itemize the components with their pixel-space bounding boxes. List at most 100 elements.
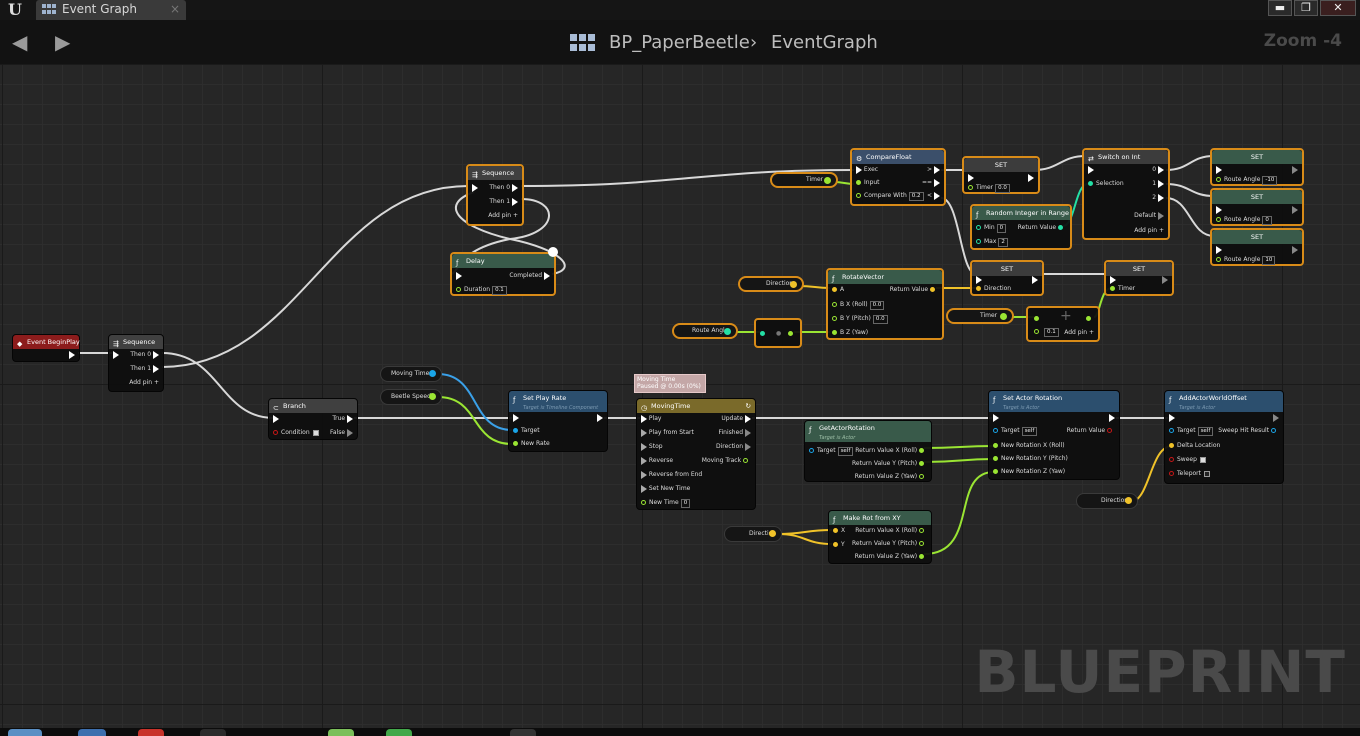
timer-field[interactable]: 0.0	[995, 184, 1010, 193]
exec-out-pin[interactable]	[934, 165, 940, 174]
float-pin[interactable]	[456, 287, 461, 292]
float-pin[interactable]	[919, 448, 924, 453]
direction-out-pin[interactable]	[745, 442, 751, 451]
exec-out-pin[interactable]	[745, 428, 751, 437]
sweep-checkbox[interactable]	[1199, 456, 1206, 463]
exec-in-pin[interactable]	[1110, 275, 1116, 284]
maximize-button[interactable]: ❐	[1294, 0, 1318, 16]
exec-out-pin[interactable]	[347, 414, 353, 423]
taskbar-app-icon[interactable]	[138, 729, 164, 736]
int-pin[interactable]	[1058, 225, 1063, 230]
timer-variable[interactable]: Timer	[770, 172, 838, 188]
float-pin[interactable]	[993, 456, 998, 461]
route-angle-field[interactable]: -10	[1262, 176, 1278, 185]
object-pin[interactable]	[809, 448, 814, 453]
object-pin[interactable]	[1169, 428, 1174, 433]
get-actor-rotation-node[interactable]: ƒ GetActorRotation Target is Actor Target…	[804, 420, 932, 482]
graph-canvas[interactable]: ◆ Event BeginPlay ⇶ Sequence Then 0 Then 1…	[0, 64, 1360, 728]
exec-out-pin[interactable]	[934, 191, 940, 200]
set-actor-rotation-node[interactable]: ƒ Set Actor Rotation Target is Actor Retu…	[988, 390, 1120, 480]
exec-out-pin[interactable]	[1109, 413, 1115, 422]
float-pin[interactable]	[1216, 257, 1221, 262]
float-pin[interactable]	[788, 331, 793, 336]
direction-variable[interactable]: Direction	[1076, 493, 1138, 509]
exec-in-pin[interactable]	[641, 484, 647, 493]
back-arrow-icon[interactable]: ◀	[12, 32, 32, 52]
timer-variable[interactable]: Timer	[946, 308, 1014, 324]
breadcrumb-blueprint[interactable]: BP_PaperBeetle	[609, 32, 750, 53]
float-pin[interactable]	[513, 441, 518, 446]
float-pin[interactable]	[1216, 217, 1221, 222]
float-pin[interactable]	[919, 461, 924, 466]
float-pin[interactable]	[724, 328, 731, 335]
exec-out-pin[interactable]	[1032, 275, 1038, 284]
struct-pin[interactable]	[1271, 428, 1276, 433]
float-pin[interactable]	[641, 500, 646, 505]
exec-out-pin[interactable]	[1158, 179, 1164, 188]
float-pin[interactable]	[1086, 316, 1091, 321]
exec-out-pin[interactable]	[597, 413, 603, 422]
compare-float-node[interactable]: ⚙ CompareFloat Exec Input Compare With 0.2…	[850, 148, 946, 206]
float-pin[interactable]	[832, 302, 837, 307]
int-pin[interactable]	[1088, 181, 1093, 186]
exec-out-pin[interactable]	[153, 350, 159, 359]
float-pin[interactable]	[1034, 316, 1039, 321]
vector-pin[interactable]	[833, 528, 838, 533]
exec-out-pin[interactable]	[512, 183, 518, 192]
exec-out-pin[interactable]	[153, 364, 159, 373]
tab-close-icon[interactable]: ×	[170, 2, 180, 16]
exec-out-pin[interactable]	[934, 178, 940, 187]
float-pin[interactable]	[993, 443, 998, 448]
bool-pin[interactable]	[1169, 457, 1174, 462]
exec-out-pin[interactable]	[1292, 205, 1298, 214]
float-pin[interactable]	[856, 180, 861, 185]
add-pin-label[interactable]: Add pin	[488, 212, 511, 219]
add-actor-world-offset-node[interactable]: ƒ AddActorWorldOffset Target is Actor Tar…	[1164, 390, 1284, 484]
rotate-vector-node[interactable]: ƒ RotateVector A B X (Roll) 0.0 B Y (Pitch…	[826, 268, 944, 340]
float-pin[interactable]	[919, 541, 924, 546]
taskbar-app-icon[interactable]	[510, 729, 536, 736]
exec-out-pin[interactable]	[512, 197, 518, 206]
event-begin-play-node[interactable]: ◆ Event BeginPlay	[12, 334, 80, 362]
switch-on-int-node[interactable]: ⇄ Switch on Int Selection 0 1 2 Default A…	[1082, 148, 1170, 240]
exec-out-pin[interactable]	[1273, 413, 1279, 422]
direction-variable[interactable]: Direction	[724, 526, 782, 542]
exec-in-pin[interactable]	[472, 183, 478, 192]
start-button-icon[interactable]	[8, 729, 42, 736]
float-pin[interactable]	[743, 458, 748, 463]
exec-out-pin[interactable]	[745, 414, 751, 423]
forward-arrow-icon[interactable]: ▶	[55, 32, 75, 52]
float-pin[interactable]	[993, 469, 998, 474]
float-pin[interactable]	[919, 474, 924, 479]
make-rot-from-xy-node[interactable]: ƒ Make Rot from XY X Y Return Value X (Ro…	[828, 510, 932, 564]
object-pin[interactable]	[993, 428, 998, 433]
exec-in-pin[interactable]	[113, 350, 119, 359]
float-pin[interactable]	[919, 554, 924, 559]
set-timer-node[interactable]: SET Timer 0.0	[962, 156, 1040, 194]
exec-in-pin[interactable]	[1216, 245, 1222, 254]
set-play-rate-node[interactable]: ƒ Set Play Rate Target is Timeline Compon…	[508, 390, 608, 452]
duration-field[interactable]: 0.1	[492, 286, 507, 295]
vector-pin[interactable]	[769, 530, 776, 537]
add-float-node[interactable]: 0.1 + Add pin +	[1026, 306, 1100, 342]
bool-pin[interactable]	[273, 430, 278, 435]
bool-pin[interactable]	[1107, 428, 1112, 433]
set-timer-node[interactable]: SET Timer	[1104, 260, 1174, 296]
exec-in-pin[interactable]	[641, 414, 647, 423]
new-time-field[interactable]: 0	[680, 499, 691, 508]
add-pin-label[interactable]: Add pin	[1134, 227, 1157, 234]
vector-pin[interactable]	[1169, 443, 1174, 448]
taskbar-app-icon[interactable]	[200, 729, 226, 736]
float-pin[interactable]	[919, 528, 924, 533]
exec-in-pin[interactable]	[856, 165, 862, 174]
pitch-field[interactable]: 0.0	[872, 315, 888, 324]
route-angle-field[interactable]: 10	[1262, 256, 1276, 265]
breadcrumb-graph[interactable]: EventGraph	[771, 32, 878, 53]
taskbar-app-icon[interactable]	[386, 729, 412, 736]
exec-out-pin[interactable]	[1158, 193, 1164, 202]
int-pin[interactable]	[976, 239, 981, 244]
float-pin[interactable]	[824, 177, 831, 184]
sequence-node[interactable]: ⇶ Sequence Then 0 Then 1 Add pin +	[108, 334, 164, 392]
target-field[interactable]: self	[837, 447, 854, 456]
max-field[interactable]: 2	[998, 238, 1008, 247]
